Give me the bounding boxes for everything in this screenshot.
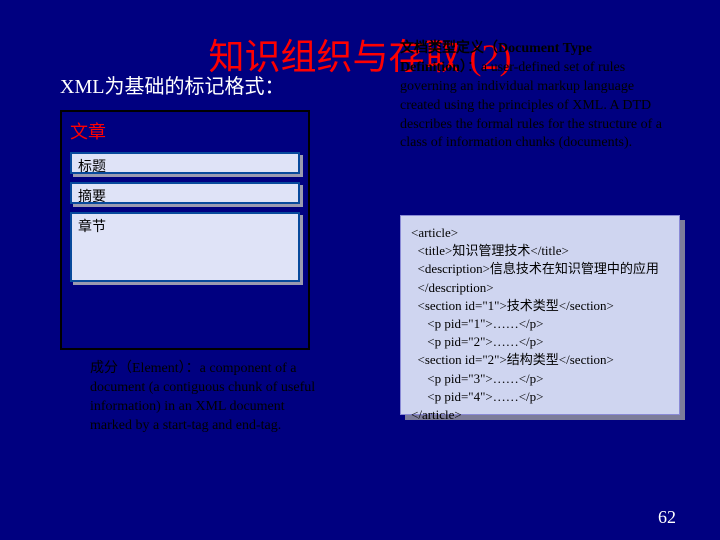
section-box: 章节 <box>70 212 300 282</box>
section-box-wrap: 章节 <box>70 212 300 282</box>
abstract-box-wrap: 摘要 <box>70 182 300 204</box>
xml-code: <article> <title>知识管理技术</title> <descrip… <box>400 215 680 415</box>
element-term: 成分（Element） <box>90 361 186 376</box>
article-diagram: 文章 标题 摘要 章节 <box>60 110 310 350</box>
abstract-box: 摘要 <box>70 182 300 204</box>
title-box-wrap: 标题 <box>70 152 300 174</box>
dtd-definition: 文档类型定义（Document Type Definition）：a user-… <box>400 40 670 153</box>
title-box: 标题 <box>70 152 300 174</box>
article-heading: 文章 <box>70 118 300 144</box>
element-definition: 成分（Element）：a component of a document (a… <box>90 360 320 436</box>
xml-subtitle: XML为基础的标记格式： <box>60 70 284 99</box>
xml-code-panel: <article> <title>知识管理技术</title> <descrip… <box>400 215 680 415</box>
page-number: 62 <box>658 507 676 528</box>
